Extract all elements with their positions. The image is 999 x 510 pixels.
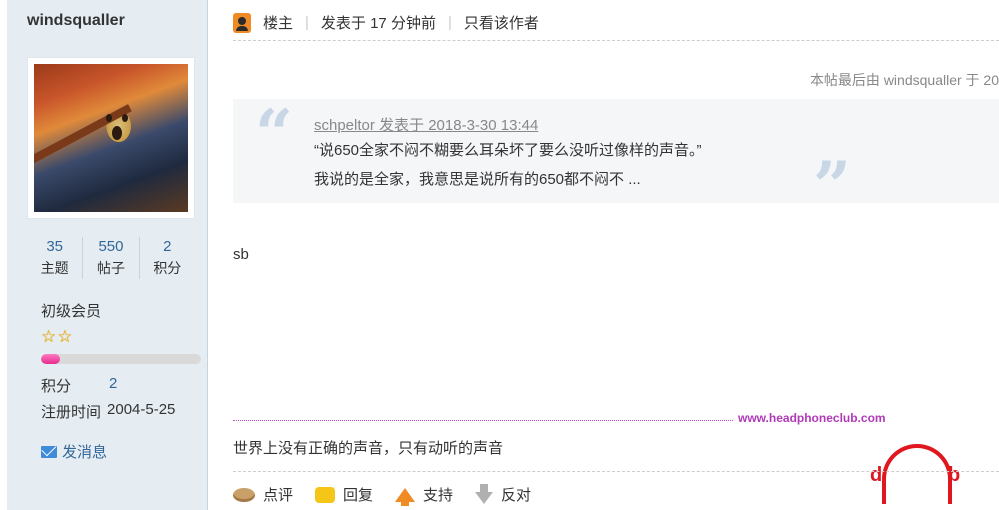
- quote-author-link[interactable]: schpeltor 发表于 2018-3-30 13:44: [314, 114, 538, 135]
- posted-time: 发表于 17 分钟前: [320, 15, 436, 32]
- divider: |: [305, 14, 309, 31]
- close-quote-icon: ”: [813, 147, 851, 225]
- signature-divider: [233, 420, 733, 421]
- comment-button[interactable]: 点评: [233, 484, 293, 505]
- stat-topics-label: 主题: [40, 260, 69, 276]
- star-icon: ☆: [57, 327, 73, 346]
- stat-posts-count[interactable]: 550: [83, 237, 138, 257]
- owner-label: 楼主: [263, 15, 294, 32]
- only-author-link[interactable]: 只看该作者: [464, 12, 539, 33]
- post-body: sb: [233, 246, 249, 263]
- author-username[interactable]: windsqualler: [27, 12, 125, 30]
- stat-topics-count[interactable]: 35: [27, 237, 82, 257]
- comment-label: 点评: [263, 487, 294, 504]
- oppose-button[interactable]: 反对: [475, 483, 532, 505]
- send-message-link[interactable]: 发消息: [41, 441, 107, 462]
- thumbs-down-arrow-icon: [475, 483, 494, 504]
- stat-points-label: 积分: [153, 260, 182, 276]
- points-row: 积分 2: [41, 375, 117, 396]
- support-button[interactable]: 支持: [395, 484, 454, 506]
- post-actions: 点评 回复 支持 反对: [233, 483, 553, 506]
- thumbs-up-arrow-icon: [395, 487, 416, 506]
- star-icon: ☆: [41, 327, 57, 346]
- reply-label: 回复: [343, 487, 374, 504]
- stat-points-count[interactable]: 2: [140, 237, 195, 257]
- send-message-label: 发消息: [62, 444, 108, 461]
- author-sidebar: windsqualler 35 主题 550 帖子 2 积分 初级会员 ☆ ☆ …: [0, 0, 208, 510]
- rank-progress-bar: [41, 354, 201, 364]
- register-row: 注册时间 2004-5-25: [41, 401, 175, 422]
- post-header: 楼主 | 发表于 17 分钟前 | 只看该作者: [233, 12, 539, 33]
- avatar-image: [34, 64, 188, 212]
- envelope-icon: [41, 445, 57, 458]
- register-label: 注册时间: [41, 404, 102, 421]
- register-value: 2004-5-25: [107, 401, 176, 418]
- stat-posts-label: 帖子: [96, 260, 125, 276]
- thread-owner-icon: [233, 12, 251, 33]
- rank-stars: ☆ ☆: [41, 327, 73, 347]
- comment-icon: [233, 487, 255, 502]
- stat-posts[interactable]: 550 帖子: [83, 237, 140, 279]
- oppose-label: 反对: [501, 487, 532, 504]
- actions-divider: [233, 471, 999, 472]
- reply-button[interactable]: 回复: [315, 484, 373, 505]
- author-stats: 35 主题 550 帖子 2 积分: [27, 237, 195, 279]
- edited-notice: 本帖最后由 windsqualler 于 20: [809, 72, 999, 88]
- points-value[interactable]: 2: [109, 375, 117, 396]
- quote-line-2: 我说的是全家，我意思是说所有的650都不闷不 ...: [314, 171, 641, 188]
- headphone-logo-icon: d b: [870, 438, 966, 504]
- rank-progress-fill: [41, 354, 61, 364]
- quote-line-1: “说650全家不闷不糊要么耳朵坏了要么没听过像样的声音。”: [314, 142, 702, 159]
- signature-site-link[interactable]: www.headphoneclub.com: [738, 411, 886, 425]
- quote-block: “ schpeltor 发表于 2018-3-30 13:44 “说650全家不…: [233, 95, 999, 219]
- post-main: 楼主 | 发表于 17 分钟前 | 只看该作者 本帖最后由 windsquall…: [208, 0, 999, 510]
- avatar[interactable]: [27, 57, 195, 219]
- open-quote-icon: “: [255, 95, 293, 173]
- stat-topics[interactable]: 35 主题: [27, 237, 84, 279]
- divider: |: [447, 14, 452, 31]
- stat-points[interactable]: 2 积分: [140, 237, 195, 279]
- reply-icon: [315, 486, 336, 503]
- points-label: 积分: [41, 378, 72, 395]
- member-rank[interactable]: 初级会员: [41, 300, 101, 321]
- signature-text: 世界上没有正确的声音，只有动听的声音: [233, 440, 504, 457]
- header-divider: [233, 40, 999, 41]
- support-label: 支持: [423, 487, 454, 504]
